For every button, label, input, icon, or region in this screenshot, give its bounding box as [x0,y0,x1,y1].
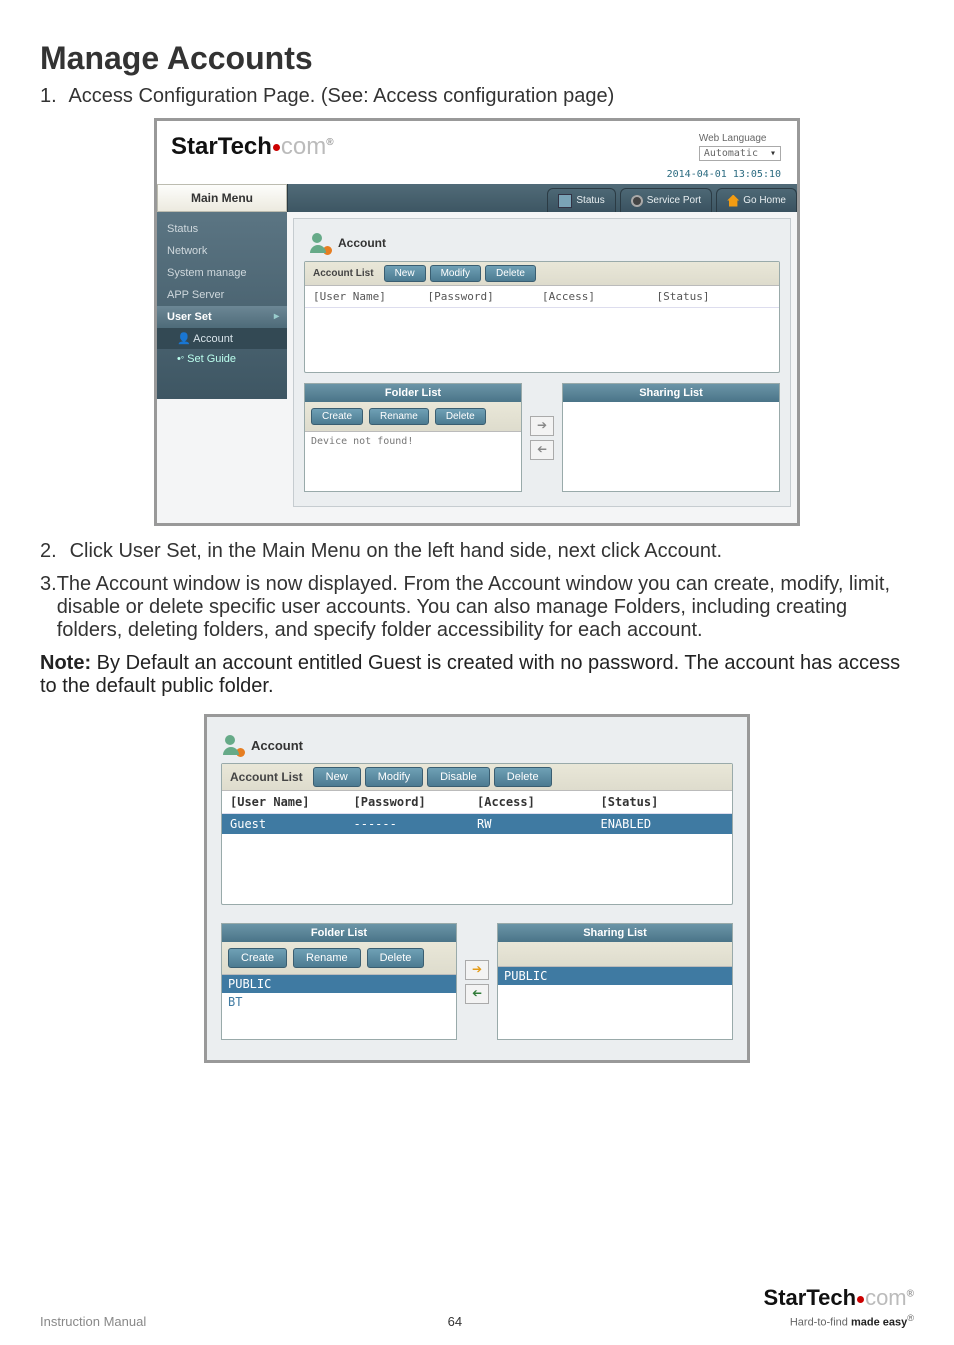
new-button[interactable]: New [313,767,361,787]
account-icon: 👤 [177,333,193,345]
sharing-list-body[interactable] [563,402,779,474]
create-button[interactable]: Create [311,408,363,425]
col-status: [Status] [601,795,725,809]
col-access: [Access] [542,290,657,303]
panel-title: Account [251,738,303,753]
account-list-tab[interactable]: Account List [222,766,311,788]
step-3: 3. The Account window is now displayed. … [40,573,914,642]
sidebar-sub-set-guide[interactable]: •° Set Guide [157,349,287,369]
account-list-tab[interactable]: Account List [305,264,382,283]
account-list-card: Account List New Modify Disable Delete [… [221,763,733,905]
panel-title: Account [338,236,386,250]
folder-list-card: Folder List Create Rename Delete PUBLIC … [221,923,457,1040]
footer-left: Instruction Manual [40,1314,146,1329]
note: Note: By Default an account entitled Gue… [40,652,914,698]
sidebar-item-status[interactable]: Status [157,218,287,240]
tab-go-home[interactable]: Go Home [716,188,797,212]
language-label: Web Language [699,133,781,144]
sharing-list-card: Sharing List PUBLIC [497,923,733,1040]
page-heading: Manage Accounts [40,40,914,77]
col-user: [User Name] [313,290,428,303]
tab-status[interactable]: Status [547,188,615,212]
step-text: Click User Set, in the Main Menu on the … [70,540,723,562]
account-panel-icon [223,735,243,755]
sharing-list-card: Sharing List [562,383,780,492]
col-access: [Access] [477,795,601,809]
footer-logo: StarTechcom® Hard-to-find made easy® [764,1285,914,1329]
create-button[interactable]: Create [228,948,287,968]
step-number: 2. [40,540,64,563]
col-pass: [Password] [428,290,543,303]
screenshot-1: StarTechcom® Web Language Automatic 2014… [154,118,800,526]
new-button[interactable]: New [384,265,426,282]
modify-button[interactable]: Modify [365,767,423,787]
folder-list-title: Folder List [222,924,456,942]
delete-button[interactable]: Delete [494,767,552,787]
col-status: [Status] [657,290,772,303]
brand-logo: StarTechcom® [171,133,334,161]
sidebar-group-user-set[interactable]: User Set [157,306,287,328]
folder-list-title: Folder List [305,384,521,402]
rename-button[interactable]: Rename [369,408,429,425]
folder-row-public[interactable]: PUBLIC [222,975,456,993]
account-list-card: Account List New Modify Delete [User Nam… [304,261,780,373]
account-list-body[interactable] [305,308,779,372]
cell-status: ENABLED [601,817,725,831]
footer-page-number: 64 [146,1314,763,1329]
step-text: Access Configuration Page. (See: Access … [68,85,614,107]
home-icon [727,195,739,207]
timestamp: 2014-04-01 13:05:10 [157,167,797,184]
col-user: [User Name] [230,795,354,809]
move-left-button[interactable]: ➔ [465,984,489,1004]
move-left-button[interactable]: ➔ [530,440,554,460]
move-right-button[interactable]: ➔ [530,416,554,436]
modify-button[interactable]: Modify [430,265,481,282]
move-right-button[interactable]: ➔ [465,960,489,980]
sidebar-item-system-manage[interactable]: System manage [157,262,287,284]
cell-user: Guest [230,817,354,831]
note-label: Note: [40,652,91,674]
folder-delete-button[interactable]: Delete [367,948,425,968]
account-list-header: [User Name] [Password] [Access] [Status] [222,791,732,814]
sharing-row-public[interactable]: PUBLIC [498,967,732,985]
sidebar: Main Menu Status Network System manage A… [157,184,287,399]
top-tabs: Status Service Port Go Home [287,184,797,212]
step-number: 3. [40,573,57,642]
folder-list-card: Folder List Create Rename Delete Device … [304,383,522,492]
language-value[interactable]: Automatic [699,146,781,161]
screenshot-2: Account Account List New Modify Disable … [204,714,750,1063]
sidebar-sub-account[interactable]: 👤 Account [157,328,287,349]
account-list-header: [User Name] [Password] [Access] [Status] [305,286,779,308]
col-pass: [Password] [354,795,478,809]
account-list-body[interactable] [222,834,732,904]
disable-button[interactable]: Disable [427,767,490,787]
folder-list-body[interactable] [305,451,521,491]
tab-service-port[interactable]: Service Port [620,188,712,212]
delete-button[interactable]: Delete [485,265,536,282]
page-footer: Instruction Manual 64 StarTechcom® Hard-… [40,1285,914,1329]
cell-access: RW [477,817,601,831]
sidebar-item-network[interactable]: Network [157,240,287,262]
folder-list-message: Device not found! [305,432,521,451]
rename-button[interactable]: Rename [293,948,361,968]
language-selector[interactable]: Web Language Automatic [699,133,781,161]
sidebar-title: Main Menu [157,184,287,212]
cell-pass: ------ [354,817,478,831]
folder-row-bt[interactable]: BT [222,993,456,1011]
account-panel-icon [310,233,330,253]
step-number: 1. [40,85,64,108]
step-1: 1. Access Configuration Page. (See: Acce… [40,85,914,108]
step-text: The Account window is now displayed. Fro… [57,573,914,642]
account-row-guest[interactable]: Guest ------ RW ENABLED [222,814,732,834]
step-2: 2. Click User Set, in the Main Menu on t… [40,540,914,563]
note-body: By Default an account entitled Guest is … [40,652,900,697]
gear-icon [631,195,643,207]
sharing-list-title: Sharing List [563,384,779,402]
sharing-list-title: Sharing List [498,924,732,942]
sidebar-item-app-server[interactable]: APP Server [157,284,287,306]
folder-delete-button[interactable]: Delete [435,408,486,425]
monitor-icon [558,194,572,208]
